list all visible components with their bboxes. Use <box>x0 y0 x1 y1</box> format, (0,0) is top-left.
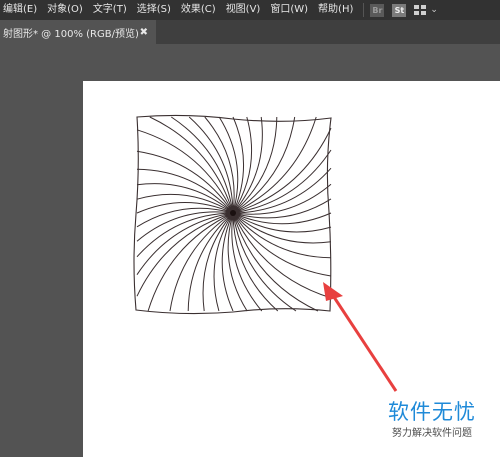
watermark-subtitle: 努力解决软件问题 <box>392 428 472 439</box>
arrow-icon <box>323 282 398 392</box>
center-point <box>230 210 236 216</box>
watermark-title: 软件无忧 <box>388 400 476 424</box>
radial-swirl-artwork[interactable] <box>136 116 332 312</box>
artwork-layer <box>133 114 398 392</box>
watermark: 软件无忧 努力解决软件问题 <box>376 400 488 441</box>
